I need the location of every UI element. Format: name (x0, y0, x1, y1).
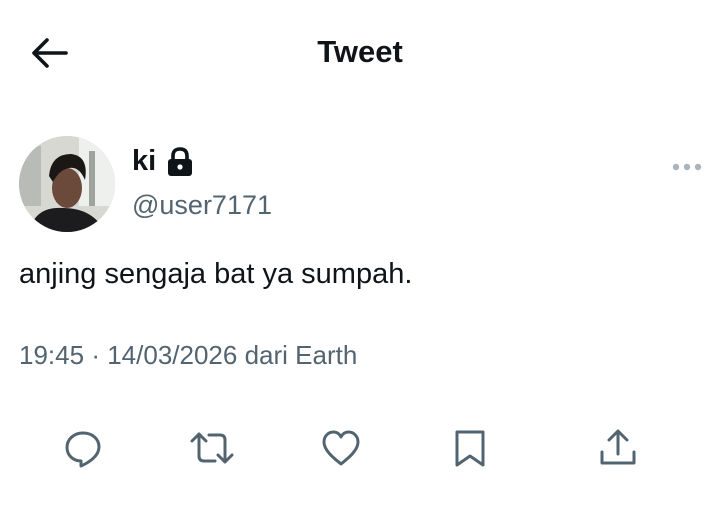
more-options-button[interactable] (664, 152, 710, 182)
tweet-time: 19:45 (19, 340, 85, 370)
bookmark-icon (455, 430, 485, 467)
meta-separator: · (91, 340, 100, 370)
retweet-button[interactable] (184, 420, 240, 476)
reply-icon (65, 431, 101, 468)
author-display-name: ki (132, 145, 157, 177)
retweet-icon (190, 432, 234, 464)
avatar[interactable] (19, 136, 115, 232)
tweet-meta: 19:45 · 14/03/2026 dari Earth (19, 340, 357, 371)
tweet-source[interactable]: dari Earth (245, 340, 358, 370)
tweet-text: anjing sengaja bat ya sumpah. (19, 258, 413, 290)
author-handle[interactable]: @user7171 (132, 190, 272, 221)
like-button[interactable] (313, 420, 369, 476)
tweet-date: 14/03/2026 (107, 340, 238, 370)
share-button[interactable] (590, 420, 646, 476)
heart-icon (322, 430, 360, 466)
lock-icon (168, 146, 193, 176)
author-name-row[interactable]: ki (132, 145, 194, 178)
bookmark-button[interactable] (442, 420, 498, 476)
share-icon (600, 429, 636, 465)
reply-button[interactable] (55, 420, 111, 476)
page-title: Tweet (317, 34, 403, 69)
avatar-image (19, 136, 115, 232)
more-horizontal-icon (672, 163, 702, 171)
